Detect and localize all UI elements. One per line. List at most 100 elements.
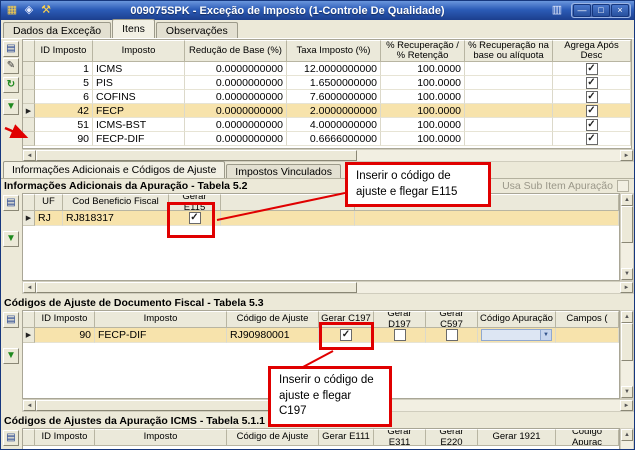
cell-taxa[interactable]: 4.0000000000 — [287, 118, 381, 132]
column-header-recuperacao-base[interactable]: % Recuperação na base ou alíquota — [465, 40, 553, 62]
close-button[interactable]: × — [611, 4, 629, 17]
column-header-gerar-e220[interactable]: Gerar E220 — [426, 429, 478, 446]
cell-imposto[interactable]: FECP-DIF — [93, 132, 185, 146]
usa-sub-item-checkbox[interactable] — [617, 180, 629, 192]
horizontal-scrollbar[interactable]: ◄ ► — [22, 281, 634, 294]
record-sheet-button[interactable]: ▤ — [3, 312, 19, 328]
column-header-agrega[interactable]: Agrega Após Desc — [553, 40, 631, 62]
scroll-up-button[interactable]: ▲ — [621, 194, 633, 206]
record-edit-button[interactable]: ✎ — [3, 58, 19, 74]
cell-reducao[interactable]: 0.0000000000 — [185, 132, 287, 146]
column-header-reducao-base[interactable]: Redução de Base (%) — [185, 40, 287, 62]
cell-recuperacao[interactable]: 100.0000 — [381, 132, 465, 146]
column-header-codigo-apuracao[interactable]: Código Apuração — [478, 311, 556, 328]
cell-id-imposto[interactable]: 90 — [35, 132, 93, 146]
cell-cod-beneficio[interactable]: RJ818317 — [63, 211, 169, 226]
record-sheet-button[interactable]: ▤ — [3, 430, 19, 446]
column-header-campos[interactable]: Campos ( — [556, 311, 619, 328]
vertical-scrollbar[interactable]: ▲ ▼ — [620, 310, 634, 399]
column-header-id-imposto[interactable]: ID Imposto — [35, 40, 93, 62]
scroll-right-button[interactable]: ► — [620, 150, 633, 161]
cell-recuperacao[interactable]: 100.0000 — [381, 90, 465, 104]
scroll-left-button[interactable]: ◄ — [23, 150, 36, 161]
cell-id-imposto[interactable]: 6 — [35, 90, 93, 104]
table-row[interactable]: 6 COFINS 0.0000000000 7.6000000000 100.0… — [23, 90, 631, 104]
cell-recuperacao[interactable]: 100.0000 — [381, 104, 465, 118]
cell-imposto[interactable]: PIS — [93, 76, 185, 90]
table-row[interactable]: 1 ICMS 0.0000000000 12.0000000000 100.00… — [23, 62, 631, 76]
gerar-c197-checkbox[interactable]: ✓ — [340, 329, 352, 341]
column-header-gerar-e115[interactable]: Gerar E115 — [169, 194, 221, 211]
column-header-imposto[interactable]: Imposto — [95, 429, 227, 446]
cell-taxa[interactable]: 12.0000000000 — [287, 62, 381, 76]
cell-imposto[interactable]: FECP-DIF — [95, 328, 227, 343]
column-header-id-imposto[interactable]: ID Imposto — [35, 429, 95, 446]
cell-codigo-ajuste[interactable]: RJ90980001 — [227, 328, 319, 343]
column-header-taxa-imposto[interactable]: Taxa Imposto (%) — [287, 40, 381, 62]
tab-dados-da-excecao[interactable]: Dados da Exceção — [3, 22, 112, 38]
agrega-checkbox[interactable]: ✓ — [585, 76, 598, 89]
column-header-imposto[interactable]: Imposto — [93, 40, 185, 62]
cell-uf[interactable]: RJ — [35, 211, 63, 226]
column-header-gerar-d197[interactable]: Gerar D197 — [374, 311, 426, 328]
column-header-recuperacao[interactable]: % Recuperação / % Retenção — [381, 40, 465, 62]
scroll-thumb[interactable] — [621, 323, 633, 361]
scroll-track[interactable] — [36, 150, 620, 161]
record-refresh-button[interactable]: ↻ — [3, 77, 19, 93]
cell-id-imposto[interactable]: 5 — [35, 76, 93, 90]
cell-recuperacao-base[interactable] — [465, 62, 553, 76]
agrega-checkbox[interactable]: ✓ — [585, 132, 598, 145]
cell-taxa[interactable]: 1.6500000000 — [287, 76, 381, 90]
agrega-checkbox[interactable]: ✓ — [585, 118, 598, 131]
cell-taxa[interactable]: 0.6666000000 — [287, 132, 381, 146]
scroll-up-button[interactable]: ▲ — [621, 311, 633, 323]
gerar-e115-checkbox[interactable]: ✓ — [188, 212, 201, 224]
scroll-thumb[interactable] — [36, 282, 358, 293]
scroll-right-button[interactable]: ► — [620, 282, 633, 293]
table-row[interactable]: 51 ICMS-BST 0.0000000000 4.0000000000 10… — [23, 118, 631, 132]
vertical-scrollbar[interactable]: ▲ ▼ — [620, 193, 634, 281]
table-row-selected[interactable]: ▶ 90 FECP-DIF RJ90980001 ✓ ▼ — [23, 328, 619, 343]
table-row-selected[interactable]: ▶ RJ RJ818317 ✓ — [23, 211, 619, 226]
cell-empty[interactable] — [355, 211, 619, 226]
cell-id-imposto[interactable]: 42 — [35, 104, 93, 118]
table-row[interactable]: 90 FECP-DIF 0.0000000000 0.6666000000 10… — [23, 132, 631, 146]
cell-campos[interactable] — [556, 328, 619, 343]
column-header-gerar-e111[interactable]: Gerar E111 — [319, 429, 374, 446]
scroll-track[interactable] — [36, 282, 620, 293]
scroll-left-button[interactable]: ◄ — [23, 282, 36, 293]
record-post-button[interactable]: ▼ — [3, 99, 19, 115]
report-icon[interactable]: ▥ — [550, 3, 564, 17]
cell-recuperacao[interactable]: 100.0000 — [381, 62, 465, 76]
record-sheet-button[interactable]: ▤ — [3, 195, 19, 211]
maximize-button[interactable]: □ — [592, 4, 610, 17]
cell-recuperacao-base[interactable] — [465, 132, 553, 146]
scroll-track[interactable] — [621, 323, 633, 386]
column-header-cod-beneficio[interactable]: Cod Beneficio Fiscal — [63, 194, 169, 211]
tools-icon[interactable]: ⚒ — [39, 4, 53, 18]
scroll-track[interactable] — [621, 441, 633, 449]
cell-reducao[interactable]: 0.0000000000 — [185, 62, 287, 76]
scroll-down-button[interactable]: ▼ — [621, 386, 633, 398]
subtab-informacoes-adicionais[interactable]: Informações Adicionais e Códigos de Ajus… — [3, 161, 226, 178]
cell-reducao[interactable]: 0.0000000000 — [185, 118, 287, 132]
tab-observacoes[interactable]: Observações — [155, 22, 238, 38]
cell-recuperacao[interactable]: 100.0000 — [381, 118, 465, 132]
column-header-gerar-c197[interactable]: Gerar C197 — [319, 311, 374, 328]
record-sheet-button[interactable]: ▤ — [3, 41, 19, 57]
column-header-id-imposto[interactable]: ID Imposto — [35, 311, 95, 328]
cell-empty[interactable] — [221, 211, 355, 226]
tab-itens[interactable]: Itens — [112, 19, 155, 38]
vertical-scrollbar[interactable]: ▲ — [620, 428, 634, 449]
column-header-gerar-e311[interactable]: Gerar E311 — [374, 429, 426, 446]
cell-reducao[interactable]: 0.0000000000 — [185, 90, 287, 104]
gerar-c597-checkbox[interactable] — [445, 329, 458, 341]
record-post-button[interactable]: ▼ — [3, 231, 19, 247]
scroll-down-button[interactable]: ▼ — [621, 268, 633, 280]
column-header-codigo-ajuste[interactable]: Código de Ajuste — [227, 429, 319, 446]
agrega-checkbox[interactable]: ✓ — [585, 90, 598, 103]
scroll-thumb[interactable] — [621, 206, 633, 244]
cell-recuperacao-base[interactable] — [465, 118, 553, 132]
scroll-thumb[interactable] — [36, 150, 358, 161]
column-header-uf[interactable]: UF — [35, 194, 63, 211]
